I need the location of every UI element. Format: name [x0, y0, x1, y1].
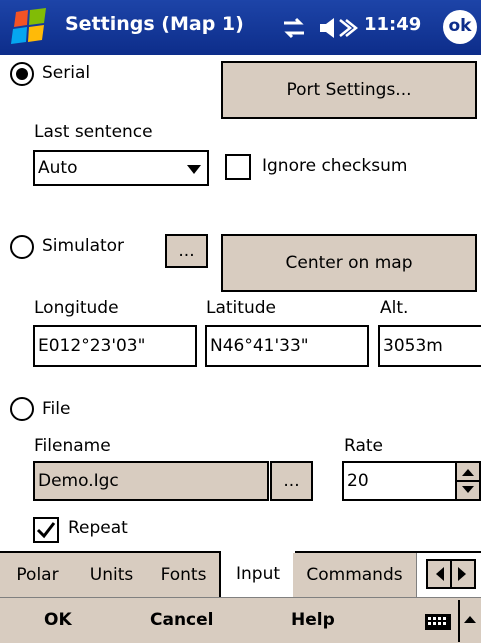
longitude-label: Longitude: [34, 298, 119, 318]
chevron-down-icon: [187, 165, 201, 174]
connectivity-icon[interactable]: [280, 15, 308, 41]
file-label: File: [42, 399, 71, 419]
cancel-menu-item[interactable]: Cancel: [150, 610, 213, 630]
alt-input[interactable]: 3053m: [378, 325, 481, 367]
center-on-map-button[interactable]: Center on map: [221, 234, 477, 292]
ignore-checksum-label: Ignore checksum: [262, 156, 408, 176]
tab-input[interactable]: Input: [219, 551, 297, 597]
alt-label: Alt.: [380, 298, 409, 318]
last-sentence-label: Last sentence: [34, 122, 153, 142]
rate-spinner[interactable]: [457, 461, 481, 501]
window-title: Settings (Map 1): [65, 13, 244, 35]
rate-input[interactable]: 20: [342, 461, 457, 501]
ok-menu-item[interactable]: OK: [44, 610, 72, 630]
file-radio[interactable]: [10, 397, 34, 421]
latitude-label: Latitude: [206, 298, 276, 318]
checkmark-icon: [36, 522, 56, 539]
tab-commands[interactable]: Commands: [293, 553, 417, 597]
serial-label: Serial: [42, 63, 91, 83]
serial-radio[interactable]: [10, 62, 34, 86]
simulator-browse-button[interactable]: ...: [165, 234, 208, 268]
title-bar: Settings (Map 1) 11:49 ok: [0, 0, 481, 55]
menu-divider: [458, 600, 460, 642]
windows-flag-icon[interactable]: [8, 8, 52, 48]
clock[interactable]: 11:49: [364, 14, 421, 35]
tab-scroll[interactable]: [426, 559, 476, 589]
longitude-input[interactable]: E012°23'03": [33, 325, 197, 367]
last-sentence-select[interactable]: Auto: [33, 150, 209, 186]
input-method-up-arrow-icon[interactable]: [462, 612, 478, 628]
simulator-radio[interactable]: [10, 235, 34, 259]
keyboard-icon[interactable]: [422, 606, 456, 636]
help-menu-item[interactable]: Help: [291, 610, 335, 630]
filename-label: Filename: [34, 436, 111, 456]
ok-button[interactable]: ok: [443, 10, 477, 44]
rate-label: Rate: [344, 436, 383, 456]
menu-bar: OK Cancel Help: [0, 597, 481, 643]
repeat-checkbox[interactable]: [33, 517, 59, 543]
repeat-label: Repeat: [68, 518, 128, 538]
tab-fonts[interactable]: Fonts: [148, 553, 220, 597]
ignore-checksum-checkbox[interactable]: [225, 154, 251, 180]
tab-units[interactable]: Units: [75, 553, 149, 597]
tab-bar: Polar Units Fonts Input Commands: [0, 551, 481, 597]
speaker-icon[interactable]: [318, 15, 360, 41]
simulator-label: Simulator: [42, 236, 125, 256]
filename-browse-button[interactable]: ...: [270, 461, 313, 501]
latitude-input[interactable]: N46°41'33": [205, 325, 369, 367]
port-settings-button[interactable]: Port Settings...: [221, 61, 477, 119]
tab-polar[interactable]: Polar: [0, 553, 76, 597]
filename-input[interactable]: Demo.Igc: [33, 461, 269, 501]
spin-arrows-icon: [457, 469, 479, 493]
tab-scroll-arrows-icon: [436, 561, 466, 587]
